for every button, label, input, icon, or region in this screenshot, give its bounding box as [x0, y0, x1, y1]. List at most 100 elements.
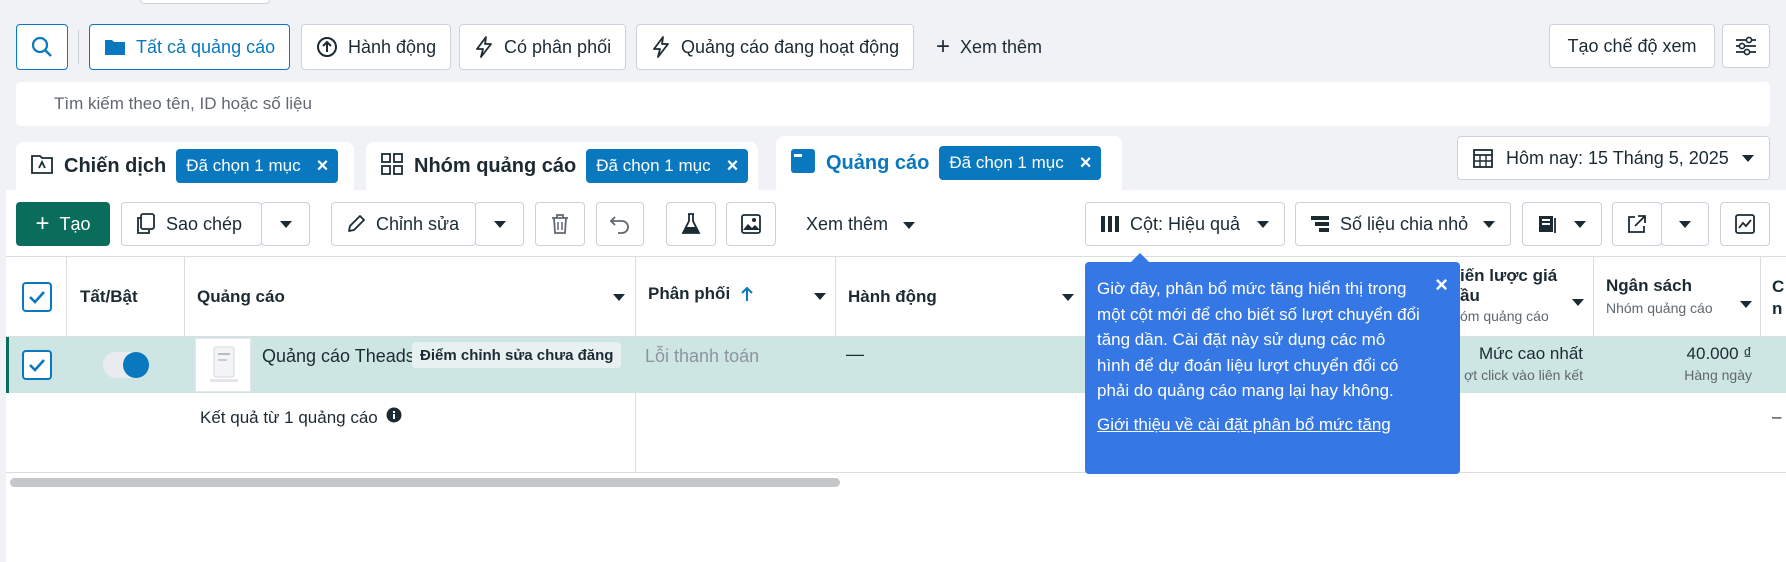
reports-button[interactable]: [1522, 202, 1602, 246]
header-bid-strategy[interactable]: iến lược giá ầu óm quảng cáo: [1460, 266, 1584, 330]
horizontal-scrollbar[interactable]: [10, 478, 840, 487]
breakdown-button[interactable]: Số liệu chia nhỏ: [1295, 202, 1511, 246]
media-button[interactable]: [726, 202, 776, 246]
select-all-checkbox[interactable]: [22, 282, 52, 312]
header-ad-label: Quảng cáo: [197, 287, 285, 306]
chevron-down-icon: [279, 220, 293, 229]
ads-selected-chip[interactable]: Đã chọn 1 mục ×: [939, 146, 1102, 180]
incremental-attribution-tooltip: × Giờ đây, phân bổ mức tăng hiển thị tro…: [1085, 253, 1460, 474]
chevron-down-icon: [902, 214, 916, 235]
header-bid-strategy-line1: iến lược giá: [1460, 266, 1558, 285]
chevron-down-icon: [1572, 292, 1584, 312]
test-button[interactable]: [666, 202, 716, 246]
calendar-icon: [1472, 147, 1494, 169]
plus-icon: +: [35, 210, 50, 237]
columns-label: Cột: Hiệu quả: [1130, 213, 1241, 234]
filter-divider: [78, 30, 79, 64]
row-budget-value: 40.000 ₫: [1686, 344, 1752, 363]
toolbar-see-more-button[interactable]: Xem thêm: [806, 202, 916, 246]
copy-icon: [136, 213, 156, 235]
chevron-down-icon: [1256, 220, 1270, 229]
filter-see-more-label: Xem thêm: [960, 36, 1043, 57]
search-icon: [31, 36, 53, 58]
sort-ascending-icon: [740, 286, 754, 307]
header-ad[interactable]: Quảng cáo: [197, 258, 625, 336]
filter-see-more-button[interactable]: + Xem thêm: [936, 24, 1042, 70]
close-icon[interactable]: ×: [317, 156, 329, 176]
delivery-status: Lỗi thanh toán: [645, 346, 760, 366]
create-label: Tạo: [59, 213, 91, 234]
chevron-down-icon: [1740, 294, 1752, 314]
info-icon[interactable]: [386, 407, 402, 428]
search-bar[interactable]: [16, 82, 1770, 126]
delete-button[interactable]: [535, 202, 585, 246]
header-toggle: Tất/Bật: [80, 287, 138, 306]
export-dropdown-button[interactable]: [1661, 202, 1709, 246]
lightning-icon: [474, 36, 494, 58]
header-budget[interactable]: Ngân sách Nhóm quảng cáo: [1606, 276, 1752, 326]
create-view-label: Tạo chế độ xem: [1567, 35, 1697, 56]
filter-delivery-button[interactable]: Có phân phối: [459, 24, 627, 70]
edit-button[interactable]: Chỉnh sửa: [331, 202, 476, 246]
ad-window-icon: [790, 148, 816, 179]
close-icon[interactable]: ×: [1435, 274, 1448, 296]
filter-all-ads-button[interactable]: Tất cả quảng cáo: [89, 24, 291, 70]
undo-button[interactable]: [596, 202, 644, 246]
header-delivery-label: Phân phối: [648, 284, 731, 303]
columns-button[interactable]: Cột: Hiệu quả: [1085, 202, 1285, 246]
toggle-knob: [123, 352, 149, 378]
duplicate-dropdown-button[interactable]: [261, 202, 310, 246]
date-range-picker[interactable]: Hôm nay: 15 Tháng 5, 2025: [1457, 136, 1770, 180]
external-link-icon: [1627, 214, 1647, 234]
search-input[interactable]: [16, 82, 1770, 126]
top-partial-element: [140, 0, 270, 4]
tab-campaigns[interactable]: Chiến dịch Đã chọn 1 mục ×: [16, 142, 354, 190]
row-actions-value: —: [846, 344, 864, 364]
export-button[interactable]: [1612, 202, 1662, 246]
filter-actions-button[interactable]: Hành động: [301, 24, 452, 70]
results-summary: Kết quả từ 1 quảng cáo: [200, 407, 402, 428]
campaigns-selected-chip[interactable]: Đã chọn 1 mục ×: [176, 149, 339, 183]
duplicate-button[interactable]: Sao chép: [121, 202, 262, 246]
tab-adsets[interactable]: Nhóm quảng cáo Đã chọn 1 mục ×: [366, 142, 758, 190]
close-icon[interactable]: ×: [727, 156, 739, 176]
tooltip-learn-more-link[interactable]: Giới thiệu về cài đặt phân bổ mức tăng: [1097, 412, 1420, 438]
edit-dropdown-button[interactable]: [475, 202, 524, 246]
row-bid-strategy-sub: ợt click vào liên kết: [1464, 367, 1583, 383]
table-summary-bottom-border: [6, 472, 1786, 473]
arrow-up-circle-icon: [316, 36, 338, 58]
filter-active-ads-label: Quảng cáo đang hoạt động: [681, 36, 900, 57]
charts-button[interactable]: [1720, 202, 1770, 246]
folder-icon: [104, 37, 126, 57]
chevron-down-icon: [1062, 287, 1074, 307]
unpublished-edits-badge: Điểm chỉnh sửa chưa đăng: [412, 342, 622, 368]
duplicate-label: Sao chép: [166, 213, 243, 234]
ad-thumbnail[interactable]: [195, 338, 251, 392]
tab-ads[interactable]: Quảng cáo Đã chọn 1 mục ×: [776, 136, 1122, 190]
filter-delivery-label: Có phân phối: [504, 36, 612, 57]
chevron-down-icon: [493, 220, 507, 229]
trash-icon: [550, 213, 570, 235]
tab-campaigns-label: Chiến dịch: [64, 154, 167, 177]
ad-name[interactable]: Quảng cáo Theads: [262, 346, 415, 367]
search-toggle-button[interactable]: [16, 24, 68, 70]
results-summary-label: Kết quả từ 1 quảng cáo: [200, 407, 378, 427]
filter-active-ads-button[interactable]: Quảng cáo đang hoạt động: [636, 24, 915, 70]
header-actions-label: Hành động: [848, 287, 937, 306]
header-actions[interactable]: Hành động: [848, 258, 1074, 336]
create-button[interactable]: + Tạo: [16, 202, 110, 246]
create-view-button[interactable]: Tạo chế độ xem: [1549, 24, 1715, 68]
tab-ads-label: Quảng cáo: [826, 151, 930, 174]
filter-settings-button[interactable]: [1722, 24, 1770, 68]
close-icon[interactable]: ×: [1080, 153, 1092, 173]
adsets-selected-chip-label: Đã chọn 1 mục: [596, 156, 711, 175]
adset-grid-icon: [380, 152, 404, 181]
filter-actions-label: Hành động: [348, 36, 437, 57]
header-delivery[interactable]: Phân phối: [648, 258, 826, 334]
adsets-selected-chip[interactable]: Đã chọn 1 mục ×: [586, 149, 749, 183]
ad-toggle-switch[interactable]: [103, 352, 149, 378]
campaigns-selected-chip-label: Đã chọn 1 mục: [186, 156, 301, 175]
row-checkbox[interactable]: [22, 350, 52, 380]
header-cut-column: C n: [1772, 276, 1784, 320]
pencil-icon: [346, 214, 366, 234]
